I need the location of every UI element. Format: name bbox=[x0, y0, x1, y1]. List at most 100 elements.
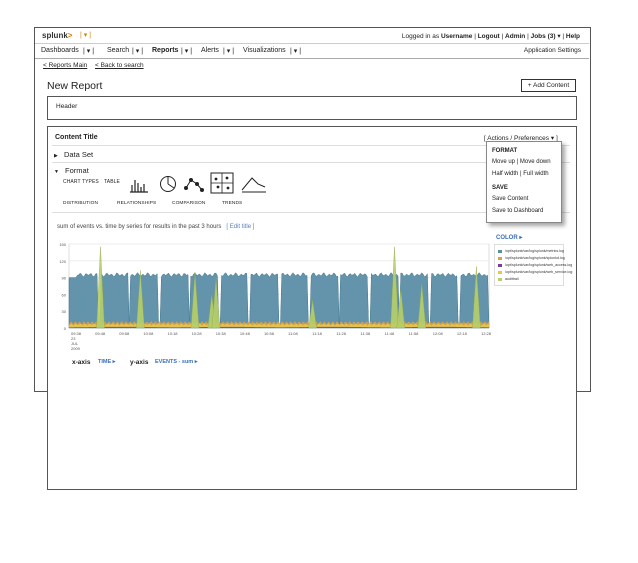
chart-title: sum of events vs. time by series for res… bbox=[57, 224, 255, 230]
network-chart-icon[interactable] bbox=[183, 174, 205, 194]
legend-item[interactable]: /opt/splunk/var/log/splunk/web_access.lo… bbox=[498, 263, 572, 267]
jobs-link[interactable]: Jobs (3) bbox=[531, 33, 556, 40]
admin-link[interactable]: Admin bbox=[505, 33, 525, 40]
legend-swatch bbox=[498, 277, 502, 281]
menu-move-item[interactable]: Move up | Move down bbox=[492, 159, 551, 165]
x-tick-label: 10:48 bbox=[240, 331, 251, 336]
x-tick-label: 11:08 bbox=[288, 331, 298, 336]
category-trends[interactable]: TRENDS bbox=[222, 201, 242, 206]
y-tick-label: 90 bbox=[62, 276, 67, 281]
menu-width-item[interactable]: Half width | Full width bbox=[492, 171, 549, 177]
histogram-icon[interactable] bbox=[128, 174, 150, 194]
data-set-toggle[interactable]: ▶ Data Set bbox=[54, 150, 93, 159]
x-tick-label: 10:08 bbox=[143, 331, 154, 336]
legend-swatch bbox=[498, 270, 502, 274]
x-tick-label: 09:48 bbox=[95, 331, 106, 336]
back-to-search-link[interactable]: < Back to search bbox=[95, 62, 144, 69]
help-link[interactable]: Help bbox=[566, 33, 580, 40]
x-date-label: 2009 bbox=[71, 346, 81, 351]
y-axis-label: y-axis bbox=[130, 359, 149, 366]
y-tick-label: 120 bbox=[59, 259, 66, 264]
x-tick-label: 10:38 bbox=[216, 331, 227, 336]
legend-label: /opt/splunk/var/log/splunk/web_access.lo… bbox=[505, 263, 573, 267]
user-bar: Logged in as Username | Logout | Admin |… bbox=[401, 33, 580, 40]
expand-arrow-icon: ▶ bbox=[54, 153, 58, 159]
nav-search-dropdown-icon[interactable]: | ▾ | bbox=[132, 47, 143, 55]
menu-format-heading: FORMAT bbox=[492, 148, 518, 154]
collapse-arrow-icon: ▼ bbox=[54, 169, 59, 175]
x-axis-label: x-axis bbox=[72, 359, 91, 366]
legend-label: audittrail bbox=[505, 277, 519, 281]
legend-item[interactable]: /opt/splunk/var/log/splunk/web_service.l… bbox=[498, 270, 572, 274]
legend-swatch bbox=[498, 263, 502, 267]
format-label: Format bbox=[65, 166, 89, 175]
x-tick-label: 10:28 bbox=[192, 331, 203, 336]
data-set-label: Data Set bbox=[63, 150, 94, 159]
actions-menu: FORMAT Move up | Move down Half width | … bbox=[486, 141, 562, 223]
reports-main-link[interactable]: < Reports Main bbox=[43, 62, 87, 69]
x-axis-dropdown[interactable]: TIME ▸ bbox=[98, 359, 115, 365]
nav-visualizations-dropdown-icon[interactable]: | ▾ | bbox=[290, 47, 301, 55]
login-label: Logged in as bbox=[401, 33, 440, 40]
x-tick-label: 09:58 bbox=[119, 331, 130, 336]
chart-types-label: CHART TYPES bbox=[63, 179, 99, 185]
x-tick-label: 12:08 bbox=[433, 331, 444, 336]
scatter-chart-icon[interactable] bbox=[210, 172, 234, 194]
main-nav: Dashboards | ▾ | Search | ▾ | Reports | … bbox=[35, 44, 589, 59]
legend-item[interactable]: /opt/splunk/var/log/splunk/metrics.log bbox=[498, 249, 564, 253]
app-switcher-dropdown[interactable]: | ▾ | bbox=[80, 31, 91, 39]
y-tick-label: 60 bbox=[62, 292, 67, 297]
legend-item[interactable]: /opt/splunk/var/log/splunk/splunkd.log bbox=[498, 256, 565, 260]
nav-search[interactable]: Search bbox=[107, 47, 129, 54]
logout-link[interactable]: Logout bbox=[478, 33, 500, 40]
x-tick-label: 10:58 bbox=[264, 331, 275, 336]
y-axis-dropdown[interactable]: EVENTS - sum ▸ bbox=[155, 359, 198, 365]
nav-reports[interactable]: Reports bbox=[152, 47, 178, 54]
category-comparison[interactable]: COMPARISON bbox=[172, 201, 205, 206]
y-tick-label: 150 bbox=[59, 242, 66, 247]
legend-label: /opt/splunk/var/log/splunk/metrics.log bbox=[505, 249, 564, 253]
x-tick-label: 12:18 bbox=[457, 331, 468, 336]
chevron-right-icon: ▸ bbox=[519, 235, 523, 241]
nav-visualizations[interactable]: Visualizations bbox=[243, 47, 286, 54]
nav-dashboards[interactable]: Dashboards bbox=[41, 47, 79, 54]
y-tick-label: 0 bbox=[64, 326, 67, 331]
nav-dashboards-dropdown-icon[interactable]: | ▾ | bbox=[83, 47, 94, 55]
header-field[interactable]: Header bbox=[47, 96, 577, 120]
legend-swatch bbox=[498, 249, 502, 253]
area-chart: 150120906030009:38 09:48 09:58 10:08 10:18 10… bbox=[59, 242, 491, 351]
legend-label: /opt/splunk/var/log/splunk/splunkd.log bbox=[505, 256, 565, 260]
x-tick-label: 10:18 bbox=[167, 331, 178, 336]
category-relationships[interactable]: RELATIONSHIPS bbox=[117, 201, 156, 206]
nav-alerts[interactable]: Alerts bbox=[201, 47, 219, 54]
edit-title-link[interactable]: [ Edit title ] bbox=[226, 224, 254, 230]
legend-item[interactable]: audittrail bbox=[498, 277, 519, 281]
x-tick-label: 11:48 bbox=[385, 331, 395, 336]
jobs-dropdown-icon[interactable]: ▾ bbox=[557, 33, 560, 40]
x-tick-label: 11:38 bbox=[360, 331, 370, 336]
x-tick-label: 11:58 bbox=[409, 331, 419, 336]
table-type-button[interactable]: TABLE bbox=[104, 179, 120, 185]
line-chart-icon[interactable] bbox=[240, 174, 268, 194]
chart-legend: /opt/splunk/var/log/splunk/metrics.log/o… bbox=[494, 244, 572, 286]
x-tick-label: 11:28 bbox=[336, 331, 346, 336]
add-content-button[interactable]: + Add Content bbox=[521, 79, 576, 92]
color-dropdown[interactable]: COLOR ▸ bbox=[496, 234, 522, 241]
page-title: New Report bbox=[47, 80, 103, 92]
y-tick-label: 30 bbox=[62, 309, 67, 314]
content-title: Content Title bbox=[55, 134, 98, 141]
menu-save-dashboard[interactable]: Save to Dashboard bbox=[492, 208, 543, 214]
app-settings-link[interactable]: Application Settings bbox=[524, 47, 581, 54]
category-distribution[interactable]: DISTRIBUTION bbox=[63, 201, 98, 206]
username-label: Username bbox=[440, 33, 473, 40]
legend-label: /opt/splunk/var/log/splunk/web_service.l… bbox=[505, 270, 573, 274]
splunk-logo[interactable]: splunk> bbox=[42, 31, 72, 40]
legend-swatch bbox=[498, 256, 502, 260]
format-toggle[interactable]: ▼ Format bbox=[54, 166, 89, 175]
top-bar: splunk> | ▾ | Logged in as Username | Lo… bbox=[35, 28, 589, 44]
menu-save-content[interactable]: Save Content bbox=[492, 196, 528, 202]
pie-chart-icon[interactable] bbox=[157, 174, 179, 194]
header-label: Header bbox=[56, 103, 78, 110]
nav-reports-dropdown-icon[interactable]: | ▾ | bbox=[181, 47, 192, 55]
nav-alerts-dropdown-icon[interactable]: | ▾ | bbox=[223, 47, 234, 55]
